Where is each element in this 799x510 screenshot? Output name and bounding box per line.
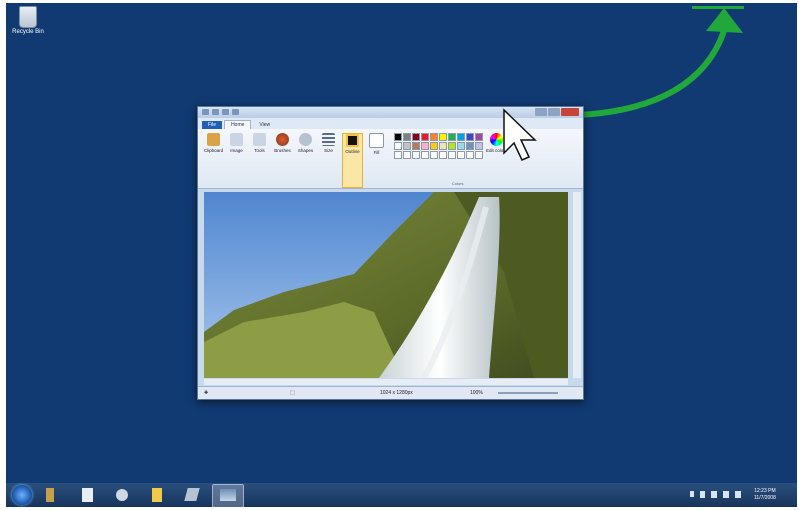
taskbar-media-icon[interactable]	[116, 489, 128, 501]
start-button[interactable]	[12, 485, 32, 505]
tray-sync-icon[interactable]	[723, 491, 729, 498]
tray-arrow-icon[interactable]	[690, 491, 694, 497]
clock-time: 12:23 PM	[754, 488, 776, 494]
taskbar: 12:23 PM 11/7/2008	[6, 483, 797, 508]
taskbar-folder-icon[interactable]	[152, 488, 162, 502]
system-tray	[690, 491, 741, 498]
taskbar-paint-button[interactable]	[212, 484, 244, 508]
desktop: Recycle Bin File Home View Clipboard Ima…	[6, 3, 797, 483]
clock-date: 11/7/2008	[754, 495, 776, 501]
tray-flag-icon[interactable]	[700, 491, 705, 498]
tray-network-icon[interactable]	[711, 491, 717, 498]
taskbar-pen-icon[interactable]	[184, 488, 200, 501]
mouse-cursor	[503, 108, 537, 161]
paint-app-icon	[220, 489, 236, 501]
tray-volume-icon[interactable]	[735, 491, 741, 498]
taskbar-file-icon[interactable]	[82, 488, 93, 502]
taskbar-recycle-icon[interactable]	[46, 488, 54, 502]
clock[interactable]: 12:23 PM 11/7/2008	[754, 488, 776, 502]
